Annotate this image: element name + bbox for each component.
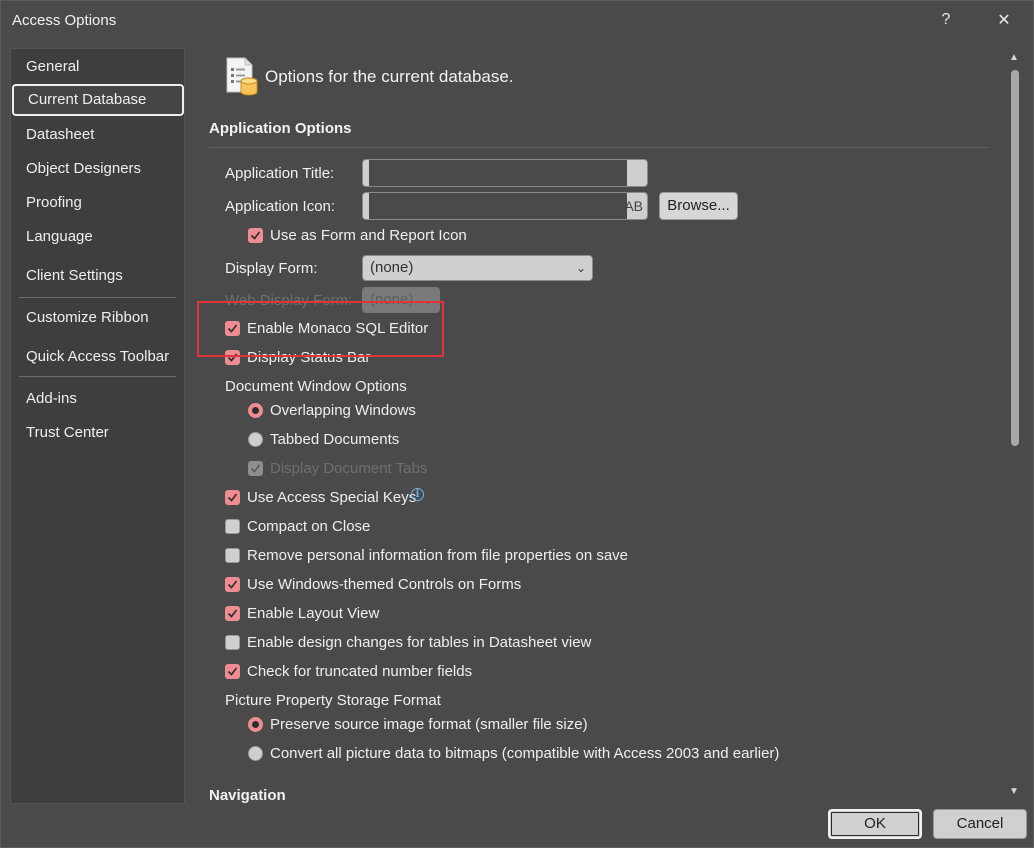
cancel-button[interactable]: Cancel [933, 809, 1027, 839]
nav-item-current-database[interactable]: Current Database [12, 84, 184, 116]
nav-item-datasheet[interactable]: Datasheet [11, 119, 184, 151]
special-keys-label: Use Access Special Keys [247, 489, 417, 506]
use-as-icon-label: Use as Form and Report Icon [270, 227, 467, 244]
convert-bitmaps-radio[interactable] [248, 746, 263, 761]
nav-item-general[interactable]: General [11, 51, 184, 83]
preserve-format-radio[interactable] [248, 717, 263, 732]
remove-personal-info-label: Remove personal information from file pr… [247, 547, 629, 564]
display-form-value: (none) [370, 259, 414, 276]
enable-layout-view-checkbox[interactable] [225, 606, 240, 621]
truncated-number-fields-label: Check for truncated number fields [247, 663, 473, 680]
convert-bitmaps-label: Convert all picture data to bitmaps (com… [270, 745, 780, 762]
windows-themed-controls-label: Use Windows-themed Controls on Forms [247, 576, 522, 593]
use-as-icon-checkbox[interactable] [248, 228, 263, 243]
app-icon-value: AB [624, 198, 643, 214]
app-icon-label: Application Icon: [225, 198, 336, 215]
enable-layout-view-label: Enable Layout View [247, 605, 380, 622]
redacted-area [369, 193, 627, 219]
truncated-number-fields-checkbox[interactable] [225, 664, 240, 679]
vertical-scrollbar[interactable]: ▲ ▼ [1007, 48, 1023, 804]
compact-on-close-checkbox[interactable] [225, 519, 240, 534]
display-form-label: Display Form: [225, 260, 318, 277]
window-title: Access Options [12, 12, 117, 29]
highlight-annotation-box [197, 301, 444, 357]
redacted-area [369, 160, 627, 186]
nav-item-proofing[interactable]: Proofing [11, 187, 184, 219]
chevron-down-icon: ⌄ [575, 261, 586, 275]
tabbed-documents-radio[interactable] [248, 432, 263, 447]
display-document-tabs-label: Display Document Tabs [270, 460, 428, 477]
app-title-input[interactable] [362, 159, 648, 187]
nav-item-quick-access-toolbar[interactable]: Quick Access Toolbar [11, 341, 184, 373]
app-title-label: Application Title: [225, 165, 335, 182]
scroll-down-icon[interactable]: ▼ [1009, 786, 1019, 797]
browse-button[interactable]: Browse... [659, 192, 738, 220]
display-document-tabs-checkbox [248, 461, 263, 476]
ok-button[interactable]: OK [828, 809, 922, 839]
info-icon[interactable]: i [411, 488, 424, 501]
nav-item-client-settings[interactable]: Client Settings [11, 260, 184, 292]
page-title: Options for the current database. [265, 67, 514, 86]
compact-on-close-label: Compact on Close [247, 518, 371, 535]
options-nav: General Current Database Datasheet Objec… [10, 48, 185, 804]
title-bar: Access Options ? ✕ [1, 1, 1034, 39]
special-keys-checkbox[interactable] [225, 490, 240, 505]
scrollbar-thumb[interactable] [1011, 70, 1019, 446]
options-content: Options for the current database. Applic… [197, 48, 997, 804]
design-changes-label: Enable design changes for tables in Data… [247, 634, 592, 651]
nav-item-customize-ribbon[interactable]: Customize Ribbon [11, 302, 184, 334]
section-heading-navigation: Navigation [209, 787, 286, 804]
nav-divider [19, 297, 176, 298]
section-heading-application-options: Application Options [209, 120, 352, 137]
design-changes-checkbox[interactable] [225, 635, 240, 650]
windows-themed-controls-checkbox[interactable] [225, 577, 240, 592]
access-options-dialog: Access Options ? ✕ General Current Datab… [0, 0, 1034, 848]
nav-divider [19, 376, 176, 377]
database-options-icon [226, 57, 258, 96]
overlapping-windows-label: Overlapping Windows [270, 402, 416, 419]
nav-item-language[interactable]: Language [11, 221, 184, 253]
display-form-select[interactable]: (none) ⌄ [362, 255, 593, 281]
nav-item-add-ins[interactable]: Add-ins [11, 383, 184, 415]
tabbed-documents-label: Tabbed Documents [270, 431, 400, 448]
overlapping-windows-radio[interactable] [248, 403, 263, 418]
document-window-options-label: Document Window Options [225, 378, 407, 395]
scroll-up-icon[interactable]: ▲ [1009, 52, 1019, 63]
section-divider [209, 147, 989, 148]
picture-storage-label: Picture Property Storage Format [225, 692, 441, 709]
preserve-format-label: Preserve source image format (smaller fi… [270, 716, 588, 733]
help-button[interactable]: ? [926, 6, 966, 34]
close-button[interactable]: ✕ [984, 6, 1024, 34]
remove-personal-info-checkbox[interactable] [225, 548, 240, 563]
nav-item-trust-center[interactable]: Trust Center [11, 417, 184, 449]
nav-item-object-designers[interactable]: Object Designers [11, 153, 184, 185]
app-icon-input[interactable]: AB [362, 192, 648, 220]
